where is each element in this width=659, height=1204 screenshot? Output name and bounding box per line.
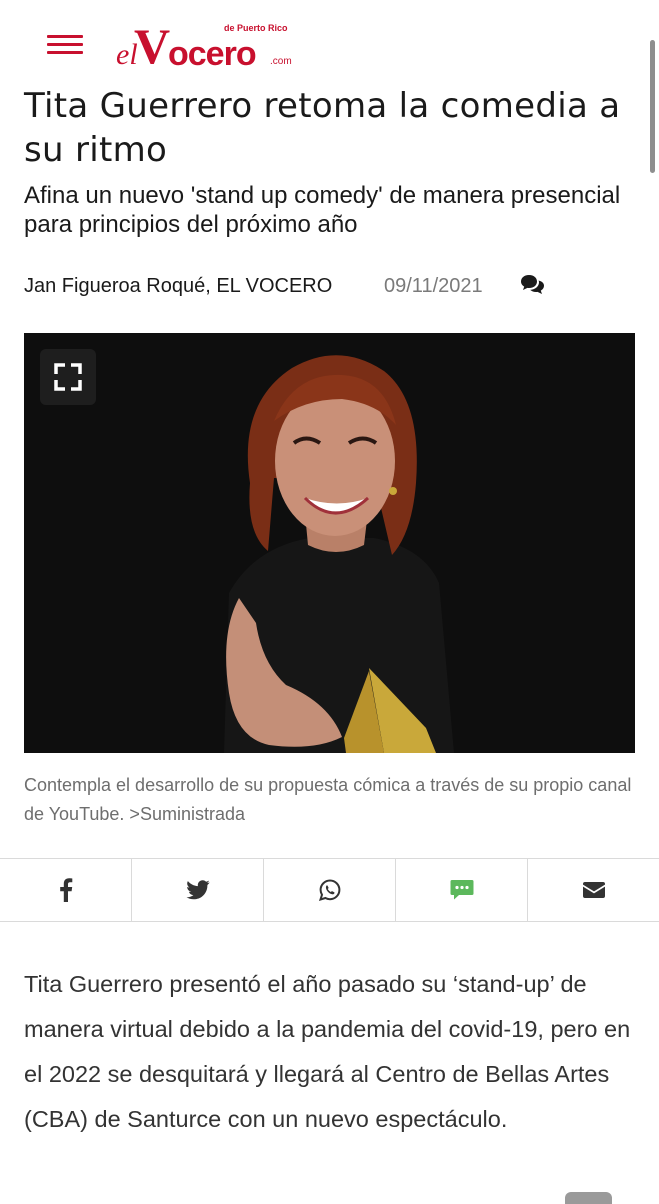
logo-suffix: .com [270, 56, 292, 67]
page-scrollbar[interactable] [650, 40, 655, 173]
site-logo[interactable]: el V ocero de Puerto Rico .com [116, 18, 306, 74]
article-date: 09/11/2021 [384, 275, 483, 297]
article-byline: Jan Figueroa Roqué, EL VOCERO 09/11/2021 [24, 272, 624, 300]
article-subtitle: Afina un nuevo 'stand up comedy' de mane… [24, 182, 621, 238]
facebook-icon [59, 878, 72, 902]
logo-tagline: de Puerto Rico [224, 23, 288, 33]
share-bar [0, 858, 659, 922]
site-header: el V ocero de Puerto Rico .com [0, 0, 659, 80]
share-twitter-button[interactable] [132, 859, 264, 921]
comments-icon[interactable] [520, 274, 546, 296]
expand-image-button[interactable] [40, 349, 96, 405]
email-icon [582, 882, 605, 898]
twitter-icon [185, 880, 210, 900]
share-facebook-button[interactable] [0, 859, 132, 921]
article-paragraph: Tita Guerrero presentó el año pasado su … [24, 971, 631, 1132]
article-title: Tita Guerrero retoma la comedia a su rit… [24, 86, 621, 170]
logo-name: ocero [168, 35, 257, 73]
article-photo[interactable] [24, 333, 635, 753]
article-author[interactable]: Jan Figueroa Roqué, EL VOCERO [24, 272, 332, 300]
photo-caption: Contempla el desarrollo de su propuesta … [24, 775, 632, 824]
menu-line [47, 35, 83, 38]
share-email-button[interactable] [528, 859, 659, 921]
menu-line [47, 43, 83, 46]
share-sms-button[interactable] [396, 859, 528, 921]
hamburger-menu-icon[interactable] [47, 35, 83, 55]
floating-tab[interactable] [565, 1192, 612, 1204]
share-whatsapp-button[interactable] [264, 859, 396, 921]
logo-big-letter: V [134, 18, 171, 74]
portrait-image [24, 333, 635, 753]
sms-icon [450, 880, 473, 900]
expand-icon [54, 363, 82, 391]
whatsapp-icon [318, 879, 340, 901]
menu-line [47, 51, 83, 54]
